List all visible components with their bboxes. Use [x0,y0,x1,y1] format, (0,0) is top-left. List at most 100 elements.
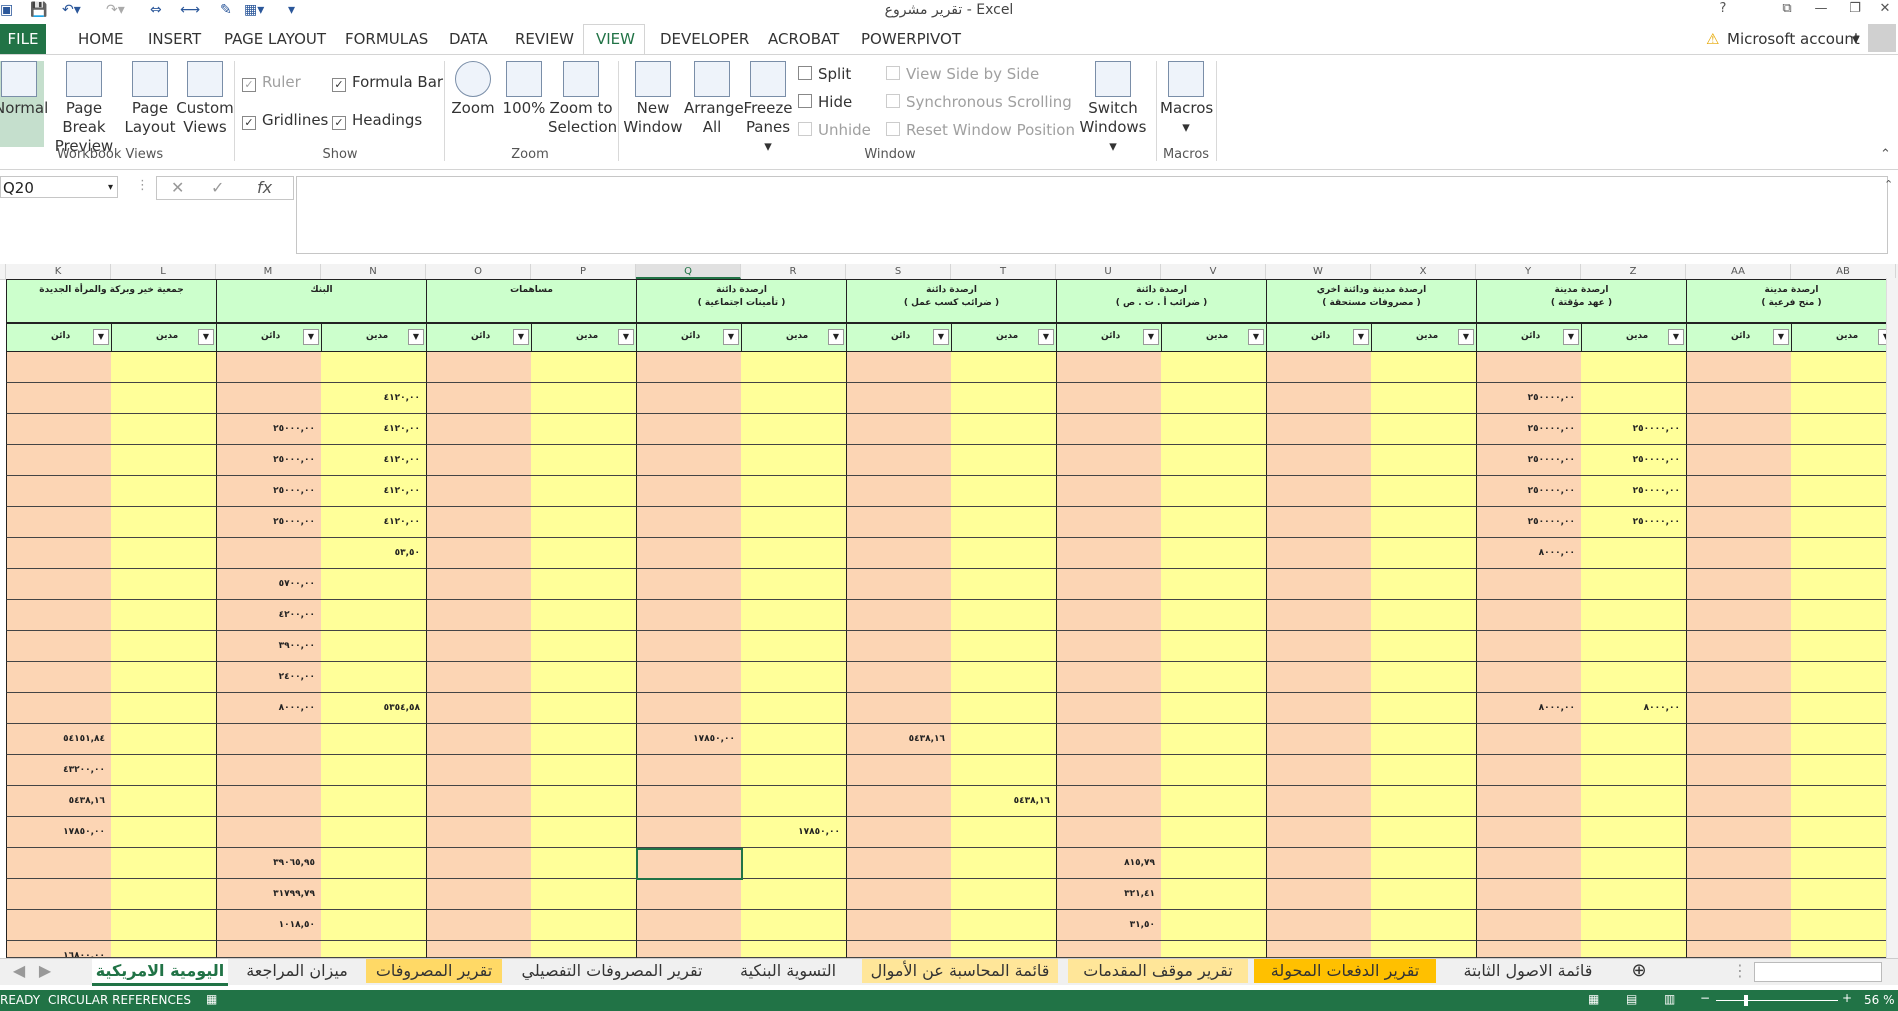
subheader-credit[interactable]: دائن ▼ [1056,323,1162,352]
cell[interactable] [1161,724,1267,755]
cell[interactable] [636,879,742,910]
worksheet-grid[interactable]: K L M N O P Q R S T U V W X Y Z AA AB جمعية خير وبركة وال… [0,264,1898,958]
cell[interactable] [1686,414,1792,445]
freeze-panes-button[interactable]: Freeze Panes ▾ [740,61,796,156]
cell[interactable] [1476,631,1582,662]
cell[interactable]: ٣١,٥٠ [1056,910,1162,941]
cell[interactable] [951,848,1057,879]
cell[interactable] [6,693,112,724]
cell[interactable] [321,600,427,631]
tab-view[interactable]: VIEW [596,30,635,48]
cell[interactable]: ٣٩٠٦٥,٩٥ [216,848,322,879]
cell[interactable] [636,941,742,958]
sheet-tab[interactable]: تقرير المصروفات [366,959,502,983]
cell[interactable] [321,941,427,958]
cell[interactable] [951,507,1057,538]
cell[interactable] [531,445,637,476]
zoom-slider-thumb[interactable] [1744,995,1748,1006]
cell[interactable]: ٨٠٠٠,٠٠ [1476,538,1582,569]
group-header[interactable]: مساهمات [426,279,637,323]
cell[interactable] [321,848,427,879]
cell[interactable] [1056,569,1162,600]
cell[interactable] [636,445,742,476]
page-layout-status-icon[interactable]: ▤ [1626,992,1637,1006]
cell[interactable] [1161,538,1267,569]
cell[interactable] [531,569,637,600]
cell[interactable] [1161,662,1267,693]
cell[interactable] [321,817,427,848]
cell[interactable] [111,631,217,662]
cell[interactable] [1371,786,1477,817]
cell[interactable]: ٥٤١٥١,٨٤ [6,724,112,755]
cell[interactable] [1791,662,1897,693]
cell[interactable] [111,817,217,848]
cell[interactable]: ٨٠٠٠,٠٠ [216,693,322,724]
cell[interactable] [531,662,637,693]
cell[interactable] [1056,662,1162,693]
filter-dropdown-icon[interactable]: ▼ [408,329,424,345]
cell[interactable] [426,631,532,662]
cell[interactable]: ٤١٢٠,٠٠ [321,383,427,414]
cell[interactable]: ٤١٢٠,٠٠ [321,445,427,476]
cell[interactable] [1056,445,1162,476]
column-header-T[interactable]: T [951,264,1056,279]
cell[interactable] [951,755,1057,786]
group-header[interactable]: ارصدة مدينة ودائنة اخري ( مصروفات مستحقة … [1266,279,1477,323]
cell[interactable] [1791,538,1897,569]
cell[interactable] [846,352,952,383]
custom-views-button[interactable]: Custom Views [174,61,236,137]
cell[interactable] [1581,910,1687,941]
cell[interactable] [846,414,952,445]
cell[interactable] [426,383,532,414]
cell[interactable]: ٨١٥,٧٩ [1056,848,1162,879]
cell[interactable] [1266,352,1372,383]
cell[interactable] [846,786,952,817]
cell[interactable] [1476,352,1582,383]
sheet-tab[interactable]: تقرير المصروفات التفصيلي [508,959,716,983]
cell[interactable] [1791,910,1897,941]
cell[interactable]: ٢٥٠٠٠٠,٠٠ [1581,507,1687,538]
filter-dropdown-icon[interactable]: ▼ [618,329,634,345]
cell[interactable]: ٢٥٠٠٠,٠٠ [216,507,322,538]
cell[interactable] [321,910,427,941]
zoom-level[interactable]: 56 % [1864,993,1895,1007]
sheet-tab[interactable]: قائمة الاصول الثابتة [1438,959,1618,983]
ribbon-display-icon[interactable]: ⧉ [1774,1,1800,16]
cell[interactable] [531,724,637,755]
cell[interactable] [846,445,952,476]
cell[interactable] [1791,414,1897,445]
cell[interactable] [951,476,1057,507]
filter-dropdown-icon[interactable]: ▼ [1458,329,1474,345]
cell[interactable] [846,600,952,631]
subheader-debit[interactable]: مدين ▼ [1161,323,1267,352]
cell[interactable] [1371,662,1477,693]
cell[interactable] [531,414,637,445]
filter-dropdown-icon[interactable]: ▼ [933,329,949,345]
cell[interactable] [846,476,952,507]
cell[interactable] [1266,414,1372,445]
cell[interactable] [111,910,217,941]
cell[interactable]: ٤٣٢٠٠,٠٠ [6,755,112,786]
group-header[interactable]: ارصدة دائنة ( تأمينات اجتماعية ) [636,279,847,323]
zoom-slider-track[interactable] [1716,1000,1838,1001]
cell[interactable] [636,817,742,848]
cell[interactable] [1161,476,1267,507]
filter-dropdown-icon[interactable]: ▼ [1563,329,1579,345]
column-header-Y[interactable]: Y [1476,264,1581,279]
cell[interactable] [1161,383,1267,414]
cell[interactable] [1686,817,1792,848]
cell[interactable] [636,414,742,445]
cell[interactable] [1371,817,1477,848]
subheader-debit[interactable]: مدين ▼ [1371,323,1477,352]
cell[interactable] [1686,445,1792,476]
cell[interactable]: ٣٩٠٠,٠٠ [216,631,322,662]
expand-formula-bar-icon[interactable]: ⌃ [1884,178,1893,191]
group-header[interactable]: البنك [216,279,427,323]
cell[interactable] [636,352,742,383]
cell[interactable]: ٢٥٠٠٠٠,٠٠ [1581,414,1687,445]
column-header-Z[interactable]: Z [1581,264,1686,279]
column-header-Q[interactable]: Q [636,264,741,279]
cell[interactable] [426,414,532,445]
cell[interactable] [1371,724,1477,755]
cell[interactable] [111,724,217,755]
